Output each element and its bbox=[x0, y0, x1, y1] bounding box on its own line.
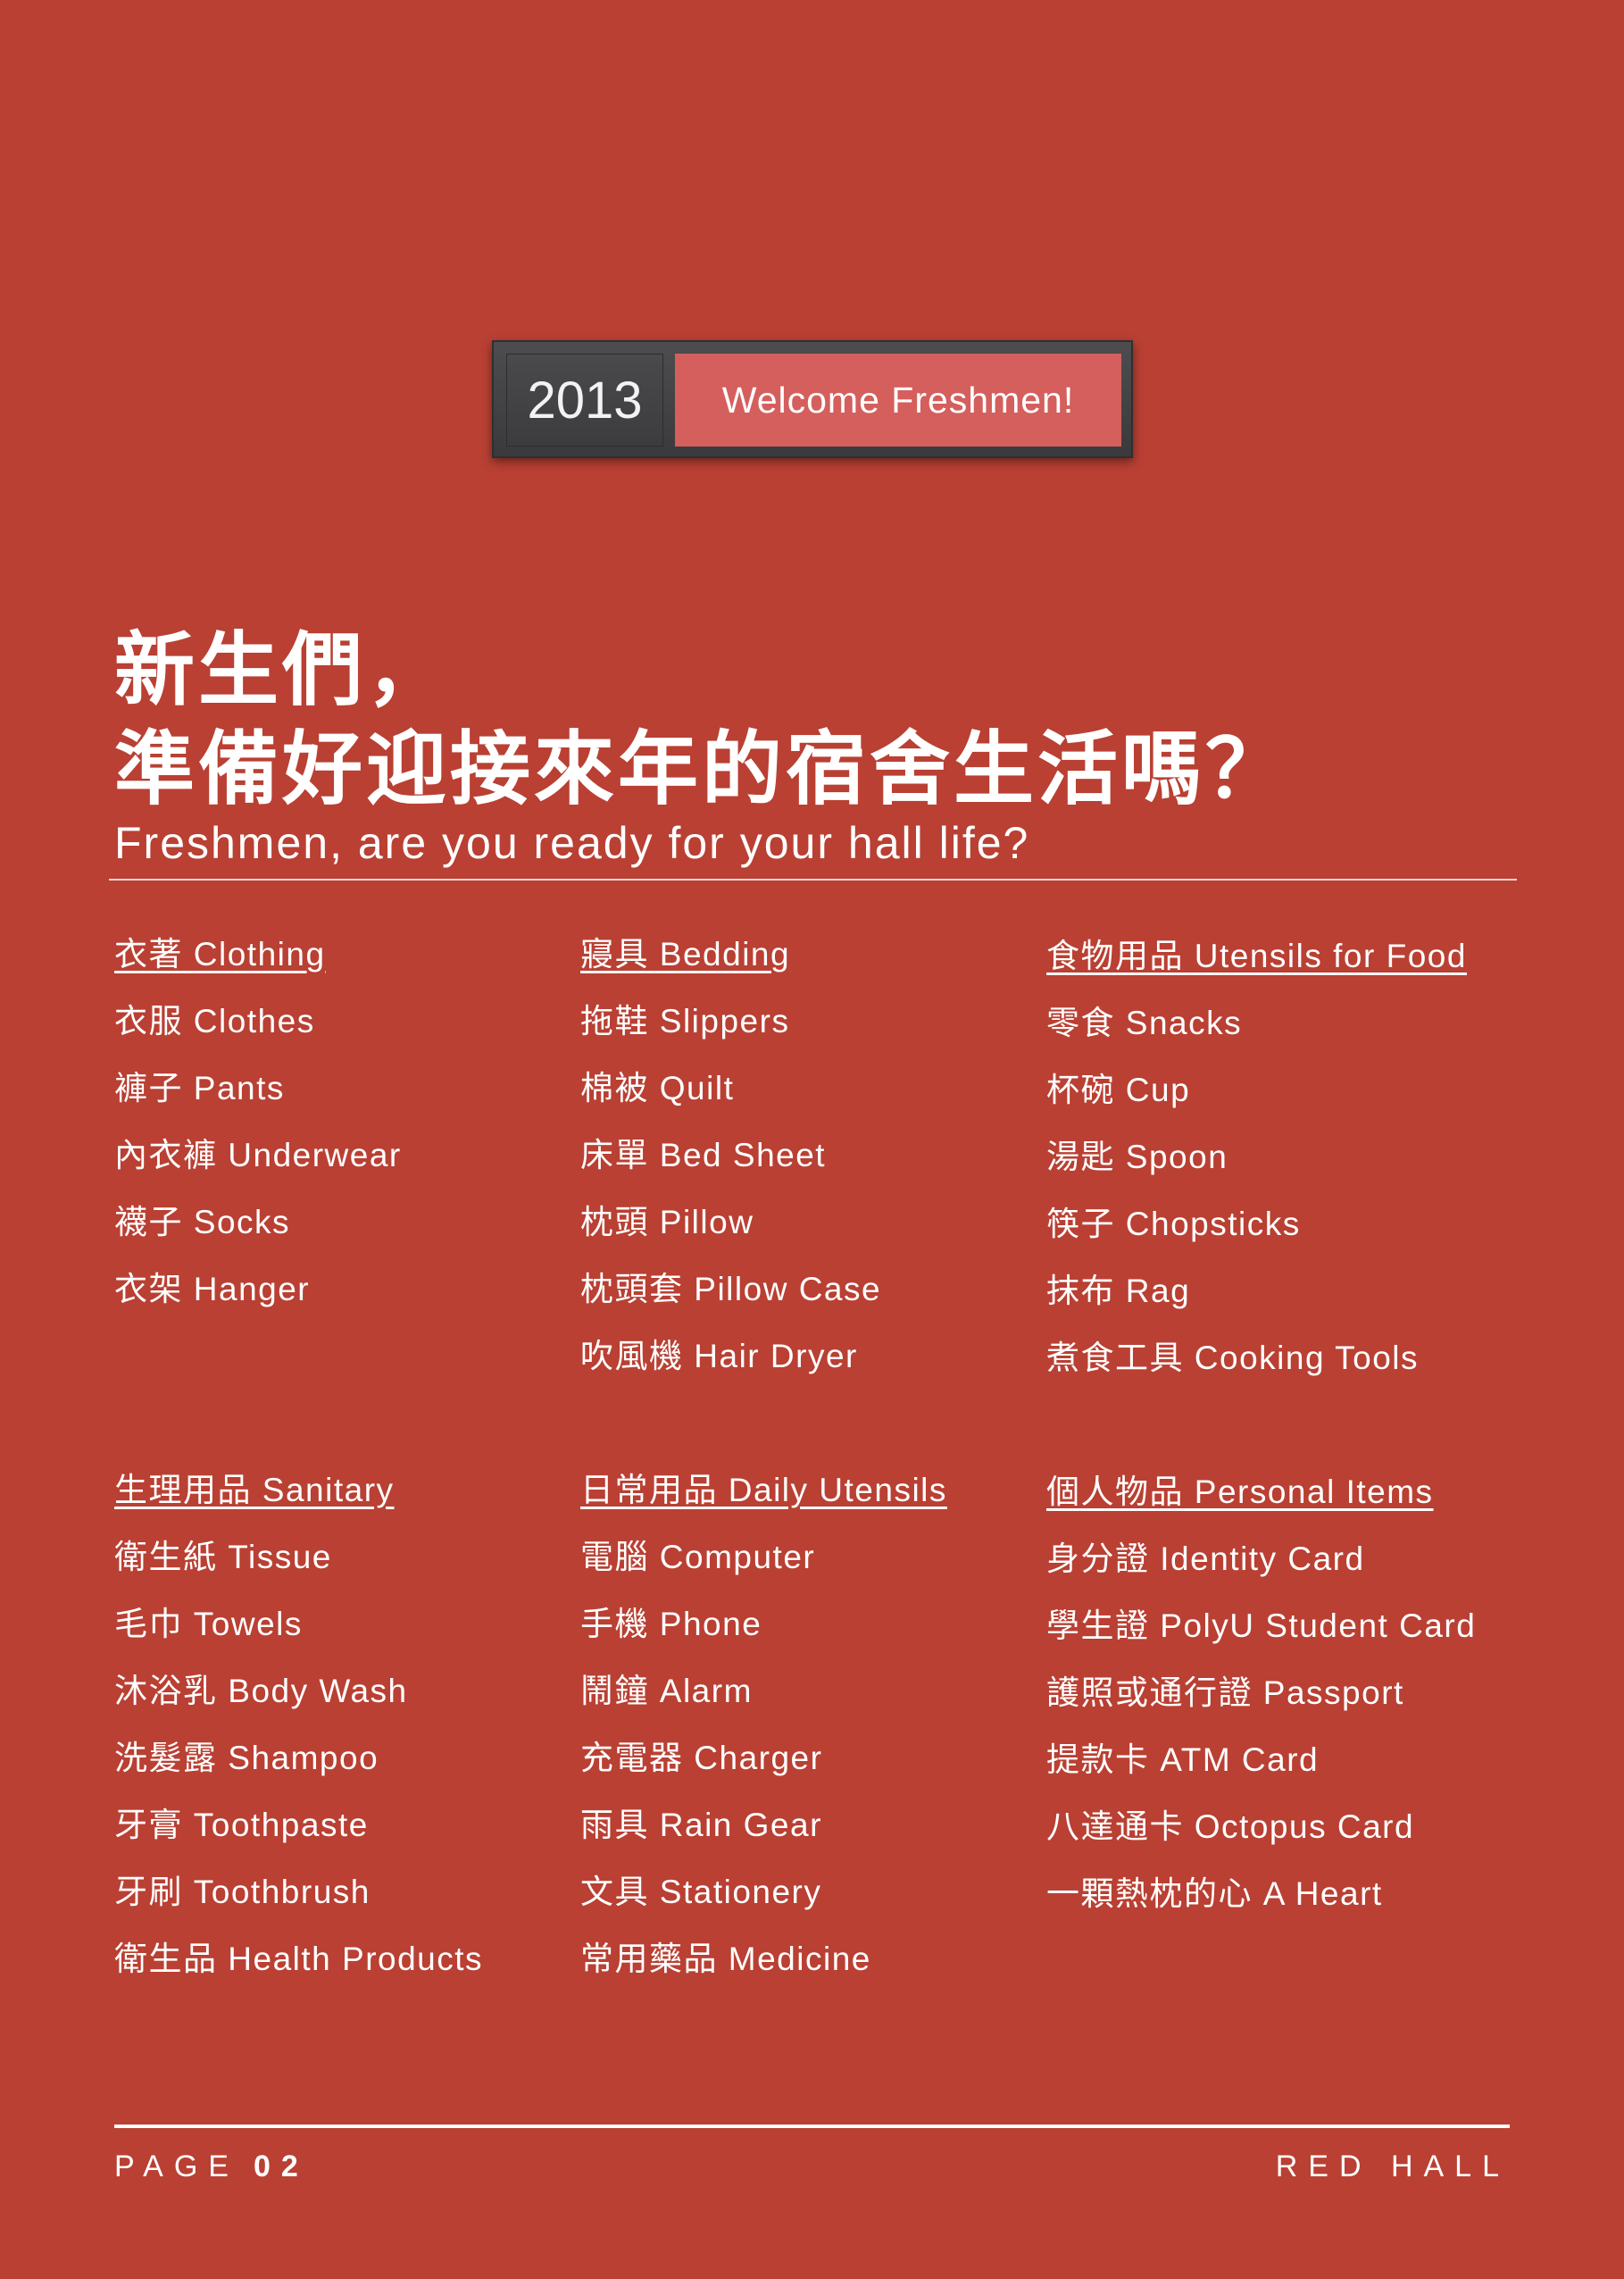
list-item: 文具 Stationery bbox=[580, 1874, 822, 1910]
page-title-english: Freshmen, are you ready for your hall li… bbox=[114, 818, 1030, 868]
list-item: 牙膏 Toothpaste bbox=[114, 1807, 369, 1843]
list-item: 提款卡 ATM Card bbox=[1046, 1741, 1320, 1778]
list-item: 常用藥品 Medicine bbox=[580, 1941, 871, 1977]
section-sanitary: 生理用品 Sanitary 衛生紙 Tissue 毛巾 Towels 沐浴乳 B… bbox=[114, 1470, 561, 2006]
list-item: 枕頭 Pillow bbox=[580, 1204, 754, 1240]
list-item: 一顆熱枕的心 A Heart bbox=[1046, 1875, 1383, 1912]
list-item: 牙刷 Toothbrush bbox=[114, 1874, 371, 1910]
list-item: 鬧鐘 Alarm bbox=[580, 1673, 753, 1709]
title-divider bbox=[109, 879, 1517, 881]
list-item: 手機 Phone bbox=[580, 1606, 762, 1642]
page-indicator: PAGE 02 bbox=[114, 2147, 309, 2186]
section-clothing: 衣著 Clothing 衣服 Clothes 褲子 Pants 內衣褲 Unde… bbox=[114, 934, 561, 1336]
list-item: 抹布 Rag bbox=[1046, 1273, 1191, 1309]
section-daily-utensils: 日常用品 Daily Utensils 電腦 Computer 手機 Phone… bbox=[580, 1470, 1027, 2006]
list-item: 衛生品 Health Products bbox=[114, 1941, 484, 1977]
list-item: 護照或通行證 Passport bbox=[1046, 1674, 1404, 1711]
list-item: 衣服 Clothes bbox=[114, 1003, 315, 1039]
list-item: 衛生紙 Tissue bbox=[114, 1539, 332, 1575]
footer-divider bbox=[114, 2125, 1510, 2128]
section-heading: 食物用品 Utensils for Food bbox=[1046, 938, 1467, 974]
list-item: 衣架 Hanger bbox=[114, 1271, 311, 1307]
list-item: 洗髮露 Shampoo bbox=[114, 1740, 379, 1776]
badge-message: Welcome Freshmen! bbox=[675, 354, 1121, 447]
page-label: PAGE bbox=[114, 2150, 239, 2183]
page-title-chinese: 新生們， 準備好迎接來年的宿舍生活嗎？ bbox=[114, 621, 1289, 819]
badge-year: 2013 bbox=[506, 354, 663, 447]
list-item: 沐浴乳 Body Wash bbox=[114, 1673, 408, 1709]
title-line-1: 新生們， bbox=[114, 622, 450, 717]
list-item: 充電器 Charger bbox=[580, 1740, 823, 1776]
list-item: 身分證 Identity Card bbox=[1046, 1540, 1365, 1577]
list-item: 毛巾 Towels bbox=[114, 1606, 303, 1642]
list-item: 褲子 Pants bbox=[114, 1070, 285, 1106]
welcome-badge: 2013 Welcome Freshmen! bbox=[492, 340, 1133, 458]
list-item: 襪子 Socks bbox=[114, 1204, 291, 1240]
brand-name: RED HALL bbox=[1275, 2150, 1510, 2183]
list-item: 雨具 Rain Gear bbox=[580, 1807, 822, 1843]
list-item: 棉被 Quilt bbox=[580, 1070, 735, 1106]
list-item: 杯碗 Cup bbox=[1046, 1072, 1191, 1108]
list-item: 內衣褲 Underwear bbox=[114, 1137, 402, 1173]
section-heading: 個人物品 Personal Items bbox=[1046, 1473, 1434, 1510]
list-item: 筷子 Chopsticks bbox=[1046, 1206, 1301, 1242]
list-item: 零食 Snacks bbox=[1046, 1005, 1243, 1041]
section-utensils-for-food: 食物用品 Utensils for Food 零食 Snacks 杯碗 Cup … bbox=[1046, 936, 1546, 1405]
list-item: 學生證 PolyU Student Card bbox=[1046, 1607, 1477, 1644]
section-heading: 寢具 Bedding bbox=[580, 936, 791, 973]
section-personal-items: 個人物品 Personal Items 身分證 Identity Card 學生… bbox=[1046, 1472, 1546, 1941]
list-item: 湯匙 Spoon bbox=[1046, 1139, 1228, 1175]
list-item: 八達通卡 Octopus Card bbox=[1046, 1808, 1415, 1845]
list-item: 床單 Bed Sheet bbox=[580, 1137, 827, 1173]
section-heading: 衣著 Clothing bbox=[114, 936, 326, 973]
list-item: 枕頭套 Pillow Case bbox=[580, 1271, 882, 1307]
list-item: 吹風機 Hair Dryer bbox=[580, 1338, 858, 1374]
section-bedding: 寢具 Bedding 拖鞋 Slippers 棉被 Quilt 床單 Bed S… bbox=[580, 934, 1027, 1403]
list-item: 電腦 Computer bbox=[580, 1539, 816, 1575]
title-line-2: 準備好迎接來年的宿舍生活嗎？ bbox=[114, 722, 1289, 816]
list-item: 煮食工具 Cooking Tools bbox=[1046, 1340, 1420, 1376]
section-heading: 生理用品 Sanitary bbox=[114, 1472, 395, 1508]
section-heading: 日常用品 Daily Utensils bbox=[580, 1472, 947, 1508]
page-number: 02 bbox=[253, 2150, 309, 2183]
list-item: 拖鞋 Slippers bbox=[580, 1003, 790, 1039]
